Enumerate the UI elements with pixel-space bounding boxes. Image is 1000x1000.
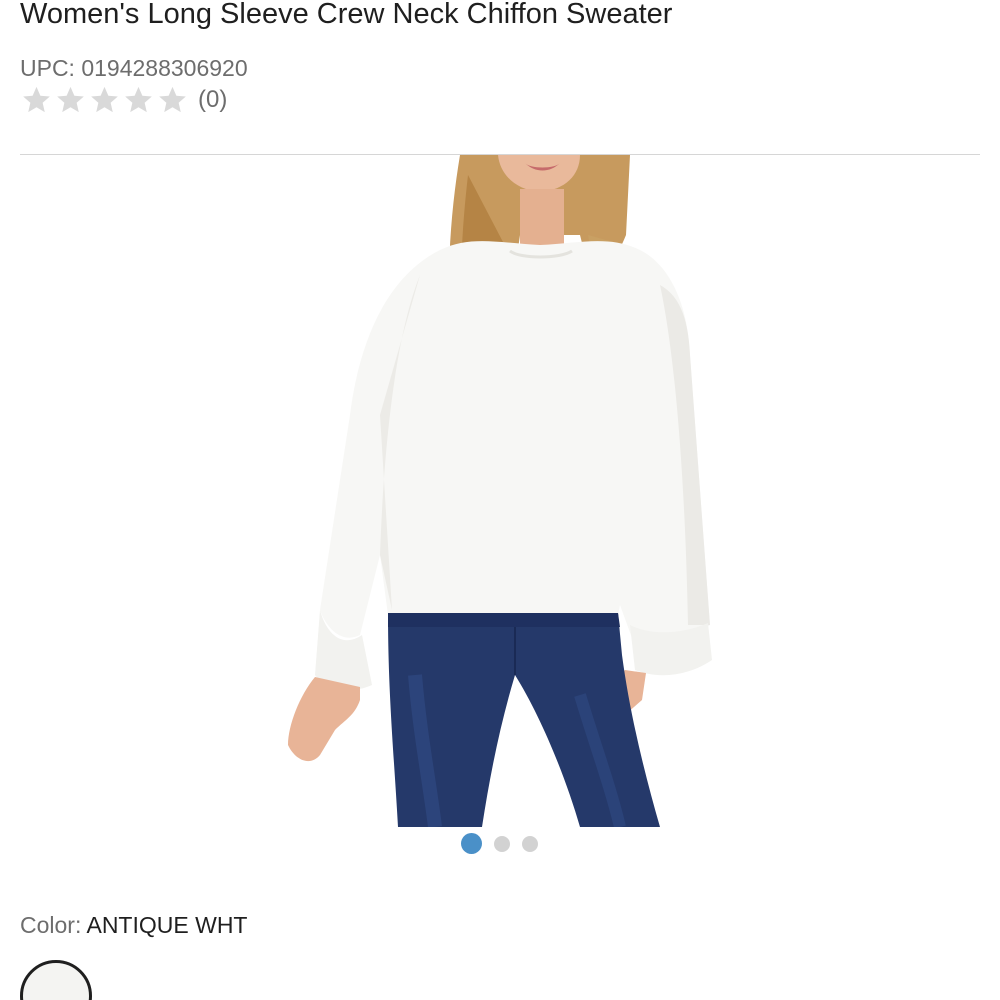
- color-swatch[interactable]: [20, 960, 92, 1000]
- star-icon: [20, 84, 53, 116]
- rating-summary[interactable]: (0): [20, 84, 227, 116]
- product-title: Women's Long Sleeve Crew Neck Chiffon Sw…: [20, 0, 673, 30]
- star-icon: [156, 84, 189, 116]
- upc-label: UPC:: [20, 55, 75, 81]
- star-rating: [20, 84, 189, 116]
- product-page: Women's Long Sleeve Crew Neck Chiffon Sw…: [0, 0, 1000, 1000]
- carousel-dot-3[interactable]: [522, 835, 538, 852]
- review-count[interactable]: (0): [198, 84, 227, 116]
- carousel-dot-1[interactable]: [461, 833, 482, 854]
- product-photo: [288, 155, 712, 827]
- star-icon: [54, 84, 87, 116]
- carousel-dot-2[interactable]: [494, 835, 510, 852]
- color-selection: Color: ANTIQUE WHT: [20, 910, 247, 940]
- color-value: ANTIQUE WHT: [86, 912, 248, 938]
- upc-value: 0194288306920: [81, 55, 248, 81]
- color-label: Color:: [20, 912, 82, 938]
- carousel-indicator: [461, 833, 538, 854]
- product-upc: UPC: 0194288306920: [20, 53, 248, 83]
- product-image[interactable]: [20, 155, 980, 827]
- star-icon: [88, 84, 121, 116]
- star-icon: [122, 84, 155, 116]
